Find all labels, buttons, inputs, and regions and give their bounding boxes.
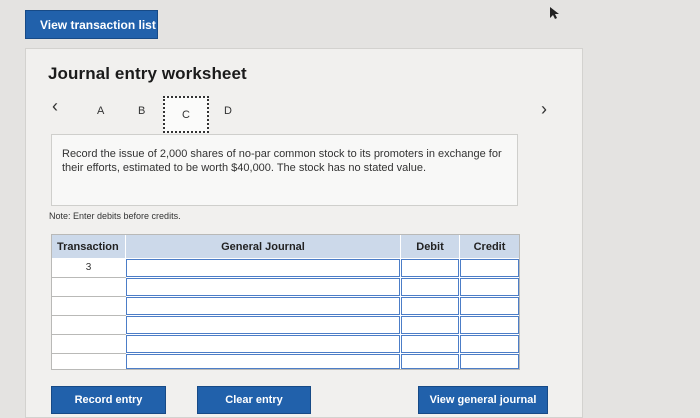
credit-input[interactable]	[460, 278, 519, 296]
debit-input[interactable]	[401, 335, 459, 353]
account-input[interactable]	[126, 354, 400, 369]
credit-input[interactable]	[460, 259, 519, 277]
debit-input[interactable]	[401, 354, 459, 369]
worksheet-title: Journal entry worksheet	[48, 64, 247, 83]
tab-c[interactable]: C	[163, 96, 209, 133]
record-entry-button[interactable]: Record entry	[51, 386, 166, 414]
table-row	[52, 316, 519, 334]
entry-note: Note: Enter debits before credits.	[49, 211, 181, 221]
account-input[interactable]	[126, 316, 400, 334]
table-row	[52, 335, 519, 353]
debit-input[interactable]	[401, 297, 459, 315]
transaction-number	[52, 354, 125, 370]
account-input[interactable]	[126, 278, 400, 296]
credit-input[interactable]	[460, 316, 519, 334]
debit-input[interactable]	[401, 259, 459, 277]
tab-b[interactable]: B	[138, 105, 145, 117]
view-general-journal-button[interactable]: View general journal	[418, 386, 548, 414]
debit-input[interactable]	[401, 278, 459, 296]
mouse-pointer-icon	[550, 7, 559, 19]
transaction-number	[52, 278, 125, 296]
chevron-right-icon[interactable]: ›	[541, 100, 547, 118]
account-input[interactable]	[126, 259, 400, 277]
table-row	[52, 354, 519, 370]
credit-input[interactable]	[460, 297, 519, 315]
journal-entry-table: Transaction General Journal Debit Credit…	[51, 234, 520, 370]
debit-input[interactable]	[401, 316, 459, 334]
table-row	[52, 278, 519, 296]
account-input[interactable]	[126, 297, 400, 315]
credit-input[interactable]	[460, 335, 519, 353]
transaction-number	[52, 335, 125, 353]
transaction-number: 3	[85, 262, 92, 273]
account-input[interactable]	[126, 335, 400, 353]
view-transaction-list-button[interactable]: View transaction list	[25, 10, 158, 39]
transaction-number	[52, 316, 125, 334]
header-general-journal: General Journal	[126, 235, 400, 258]
table-row: 3	[52, 259, 519, 277]
transaction-prompt: Record the issue of 2,000 shares of no-p…	[51, 134, 518, 206]
header-credit: Credit	[460, 235, 519, 258]
table-row	[52, 297, 519, 315]
header-transaction: Transaction	[52, 235, 125, 258]
tab-a[interactable]: A	[97, 105, 104, 117]
chevron-left-icon[interactable]: ‹	[52, 97, 58, 115]
header-debit: Debit	[401, 235, 459, 258]
credit-input[interactable]	[460, 354, 519, 369]
transaction-number	[52, 297, 125, 315]
tab-d[interactable]: D	[224, 105, 232, 117]
clear-entry-button[interactable]: Clear entry	[197, 386, 311, 414]
